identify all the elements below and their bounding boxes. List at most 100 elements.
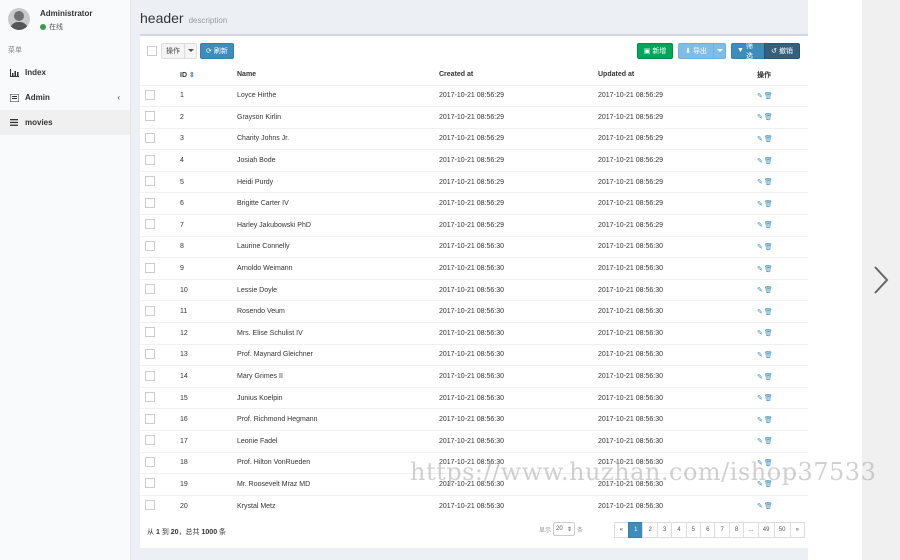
row-checkbox[interactable] [145, 111, 155, 122]
content-header: header description [131, 0, 808, 34]
cell-updated-at: 2017-10-21 08:56:30 [598, 286, 663, 294]
page-link[interactable]: 3 [656, 522, 673, 538]
page-link[interactable]: 8 [728, 522, 745, 538]
per-page-select[interactable]: 20 ⇕ [553, 522, 576, 536]
page-link[interactable]: 49 [757, 522, 775, 538]
export-button[interactable]: ⬇ 导出 [678, 42, 714, 59]
edit-icon[interactable]: ✎ [757, 136, 764, 143]
edit-icon[interactable]: ✎ [757, 503, 764, 510]
trash-icon[interactable]: 🗑 [764, 136, 774, 143]
row-checkbox[interactable] [145, 456, 155, 467]
cell-name: Arnoldo Weimann [237, 265, 293, 273]
reset-button[interactable]: ↺ 撤销 [764, 42, 800, 59]
page-prev-button[interactable]: « [613, 522, 630, 538]
edit-icon[interactable]: ✎ [757, 201, 764, 208]
trash-icon[interactable]: 🗑 [764, 438, 774, 445]
export-dropdown[interactable] [713, 42, 726, 59]
cell-created-at: 2017-10-21 08:56:29 [439, 178, 504, 186]
edit-icon[interactable]: ✎ [757, 374, 764, 381]
row-checkbox[interactable] [145, 284, 155, 295]
row-checkbox[interactable] [145, 154, 155, 165]
page-link[interactable]: 5 [685, 522, 702, 538]
sidebar-item-movies[interactable]: movies [0, 110, 130, 135]
refresh-button[interactable]: ⟳ 刷新 [200, 42, 234, 59]
download-icon: ⬇ [685, 47, 691, 55]
trash-icon[interactable]: 🗑 [764, 395, 774, 402]
edit-icon[interactable]: ✎ [757, 93, 764, 100]
sort-icon[interactable]: ⇕ [189, 72, 195, 79]
trash-icon[interactable]: 🗑 [764, 179, 774, 186]
trash-icon[interactable]: 🗑 [764, 309, 774, 316]
trash-icon[interactable]: 🗑 [764, 266, 774, 273]
select-all-checkbox[interactable] [147, 45, 157, 56]
batch-actions-dropdown[interactable] [185, 42, 197, 59]
page-link[interactable]: 1 [628, 522, 644, 538]
page-link[interactable]: 50 [773, 522, 791, 538]
trash-icon[interactable]: 🗑 [764, 222, 774, 229]
cell-name: Charity Johns Jr. [237, 135, 290, 143]
page-next-button[interactable]: » [789, 522, 805, 538]
avatar [8, 8, 30, 30]
trash-icon[interactable]: 🗑 [764, 244, 774, 251]
row-checkbox[interactable] [145, 305, 155, 316]
row-checkbox[interactable] [145, 348, 155, 359]
filter-button[interactable]: ▼ 筛选 [731, 42, 765, 60]
trash-icon[interactable]: 🗑 [764, 503, 774, 510]
row-checkbox[interactable] [145, 176, 155, 187]
page-link[interactable]: 7 [714, 522, 730, 538]
edit-icon[interactable]: ✎ [757, 481, 764, 488]
page-link[interactable]: 4 [671, 522, 687, 538]
edit-icon[interactable]: ✎ [757, 352, 764, 359]
next-slide-panel[interactable] [862, 0, 900, 560]
sidebar-item-admin[interactable]: Admin ‹ [0, 85, 130, 110]
row-checkbox[interactable] [145, 89, 155, 100]
trash-icon[interactable]: 🗑 [764, 158, 774, 165]
edit-icon[interactable]: ✎ [757, 158, 764, 165]
trash-icon[interactable]: 🗑 [764, 287, 774, 294]
row-checkbox[interactable] [145, 327, 155, 338]
edit-icon[interactable]: ✎ [757, 114, 764, 121]
page-link[interactable]: 6 [700, 522, 716, 538]
row-checkbox[interactable] [145, 413, 155, 424]
trash-icon[interactable]: 🗑 [764, 93, 774, 100]
per-page-selector: 显示 20 ⇕ 条 [539, 522, 583, 536]
trash-icon[interactable]: 🗑 [764, 374, 774, 381]
edit-icon[interactable]: ✎ [757, 266, 764, 273]
trash-icon[interactable]: 🗑 [764, 352, 774, 359]
sidebar-item-index[interactable]: Index [0, 60, 130, 85]
batch-actions-button[interactable]: 操作 [161, 42, 185, 59]
row-checkbox[interactable] [145, 219, 155, 230]
new-button[interactable]: ▣ 新增 [637, 42, 673, 59]
row-checkbox[interactable] [145, 500, 155, 511]
row-checkbox[interactable] [145, 392, 155, 403]
edit-icon[interactable]: ✎ [757, 330, 764, 337]
edit-icon[interactable]: ✎ [757, 179, 764, 186]
column-header-id[interactable]: ID ⇕ [180, 65, 237, 86]
row-checkbox[interactable] [145, 132, 155, 143]
trash-icon[interactable]: 🗑 [764, 330, 774, 337]
row-checkbox[interactable] [145, 435, 155, 446]
row-checkbox[interactable] [145, 262, 155, 273]
edit-icon[interactable]: ✎ [757, 287, 764, 294]
row-checkbox[interactable] [145, 240, 155, 251]
trash-icon[interactable]: 🗑 [764, 481, 774, 488]
page-link[interactable]: 2 [642, 522, 658, 538]
edit-icon[interactable]: ✎ [757, 222, 764, 229]
trash-icon[interactable]: 🗑 [764, 114, 774, 121]
edit-icon[interactable]: ✎ [757, 417, 764, 424]
row-checkbox[interactable] [145, 370, 155, 381]
row-checkbox[interactable] [145, 197, 155, 208]
trash-icon[interactable]: 🗑 [764, 460, 774, 467]
chevron-right-icon[interactable] [872, 265, 890, 295]
trash-icon[interactable]: 🗑 [764, 201, 774, 208]
cell-name: Heidi Purdy [237, 178, 274, 186]
edit-icon[interactable]: ✎ [757, 244, 764, 251]
trash-icon[interactable]: 🗑 [764, 417, 774, 424]
row-checkbox[interactable] [145, 478, 155, 489]
edit-icon[interactable]: ✎ [757, 395, 764, 402]
edit-icon[interactable]: ✎ [757, 460, 764, 467]
chevron-left-icon[interactable]: ‹ [117, 93, 120, 102]
edit-icon[interactable]: ✎ [757, 309, 764, 316]
edit-icon[interactable]: ✎ [757, 438, 764, 445]
cell-created-at: 2017-10-21 08:56:30 [439, 351, 504, 359]
